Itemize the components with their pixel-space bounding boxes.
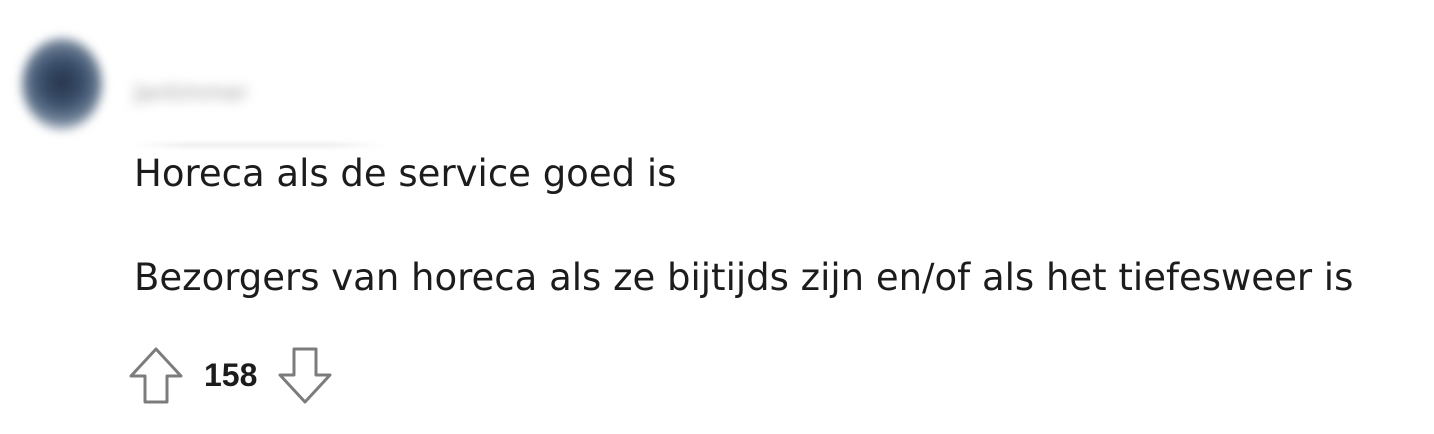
comment-text-line: Bezorgers van horeca als ze bijtijds zij… <box>134 256 1354 299</box>
divider <box>134 143 384 147</box>
comment-text-line: Horeca als de service goed is <box>134 152 677 195</box>
avatar[interactable] <box>22 38 102 130</box>
vote-bar: 158 <box>128 344 333 406</box>
upvote-button[interactable] <box>128 344 184 406</box>
author-name[interactable]: Jantimmer <box>134 80 298 108</box>
downvote-button[interactable] <box>277 344 333 406</box>
arrow-up-outline-icon <box>129 347 183 404</box>
vote-score: 158 <box>204 357 258 393</box>
arrow-down-outline-icon <box>278 347 332 404</box>
